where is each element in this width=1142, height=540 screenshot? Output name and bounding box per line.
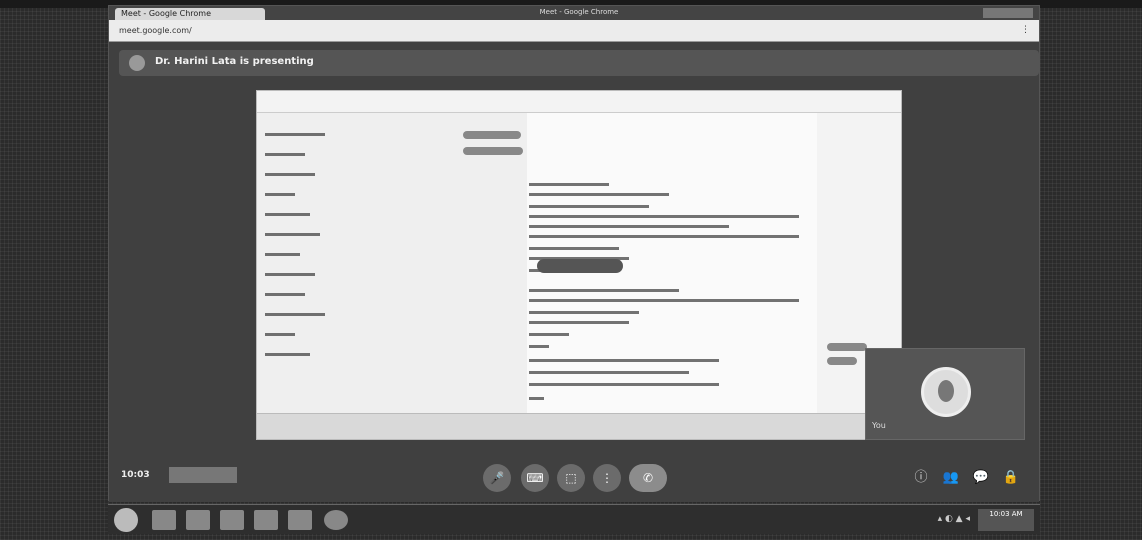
browser-window: Meet - Google Chrome Meet - Google Chrom…	[108, 5, 1040, 502]
shared-screen	[256, 90, 902, 440]
self-video-tile[interactable]: You	[865, 348, 1025, 440]
taskbar-app-docs[interactable]	[288, 510, 312, 530]
os-taskbar: ▴ ◐ ▲ ◂ 10:03 AM	[108, 504, 1040, 534]
self-face	[938, 380, 954, 402]
taskbar-app-media[interactable]	[220, 510, 244, 530]
call-controls: 10:03 🎤 ⌨ ⬚ ⋮ ✆ ⓘ 👥 💬 🔒	[109, 462, 1039, 496]
url-field[interactable]: meet.google.com/	[119, 25, 719, 37]
meeting-stage: Dr. Harini Lata is presenting You 10:03 …	[109, 42, 1039, 502]
shared-sidebar	[257, 113, 527, 413]
clock[interactable]: 10:03 AM	[978, 509, 1034, 531]
start-button[interactable]	[114, 508, 138, 532]
system-tray[interactable]: ▴ ◐ ▲ ◂	[938, 514, 970, 524]
info-icon[interactable]: ⓘ	[911, 468, 931, 488]
tab-strip: Meet - Google Chrome Meet - Google Chrom…	[109, 6, 1039, 20]
camera-button[interactable]: ⌨	[521, 464, 549, 492]
window-controls[interactable]	[983, 8, 1033, 18]
shared-taskbar	[257, 413, 901, 439]
presenter-banner: Dr. Harini Lata is presenting	[119, 50, 1039, 76]
taskbar-app-explorer[interactable]	[152, 510, 176, 530]
clock-time: 10:03 AM	[989, 510, 1023, 518]
meeting-id	[169, 467, 237, 483]
lock-icon[interactable]: 🔒	[1001, 468, 1021, 488]
presenter-label: Dr. Harini Lata is presenting	[155, 56, 314, 67]
presenter-avatar	[129, 55, 145, 71]
chat-icon[interactable]: 💬	[971, 468, 991, 488]
window-title: Meet - Google Chrome	[539, 8, 619, 16]
browser-menu-icon[interactable]: ⋮	[1021, 25, 1031, 35]
taskbar-app-browser[interactable]	[186, 510, 210, 530]
people-icon[interactable]: 👥	[941, 468, 961, 488]
taskbar-app-files[interactable]	[254, 510, 278, 530]
shared-chip	[537, 259, 623, 273]
present-button[interactable]: ⬚	[557, 464, 585, 492]
taskbar-app-chrome[interactable]	[324, 510, 348, 530]
address-bar[interactable]: meet.google.com/ ⋮	[109, 20, 1039, 42]
mic-button[interactable]: 🎤	[483, 464, 511, 492]
self-name: You	[872, 421, 886, 430]
self-avatar	[921, 367, 971, 417]
shared-app-toolbar	[257, 91, 901, 113]
more-options-button[interactable]: ⋮	[593, 464, 621, 492]
browser-tab[interactable]: Meet - Google Chrome	[115, 8, 265, 20]
meeting-time: 10:03	[121, 470, 150, 480]
end-call-button[interactable]: ✆	[629, 464, 667, 492]
